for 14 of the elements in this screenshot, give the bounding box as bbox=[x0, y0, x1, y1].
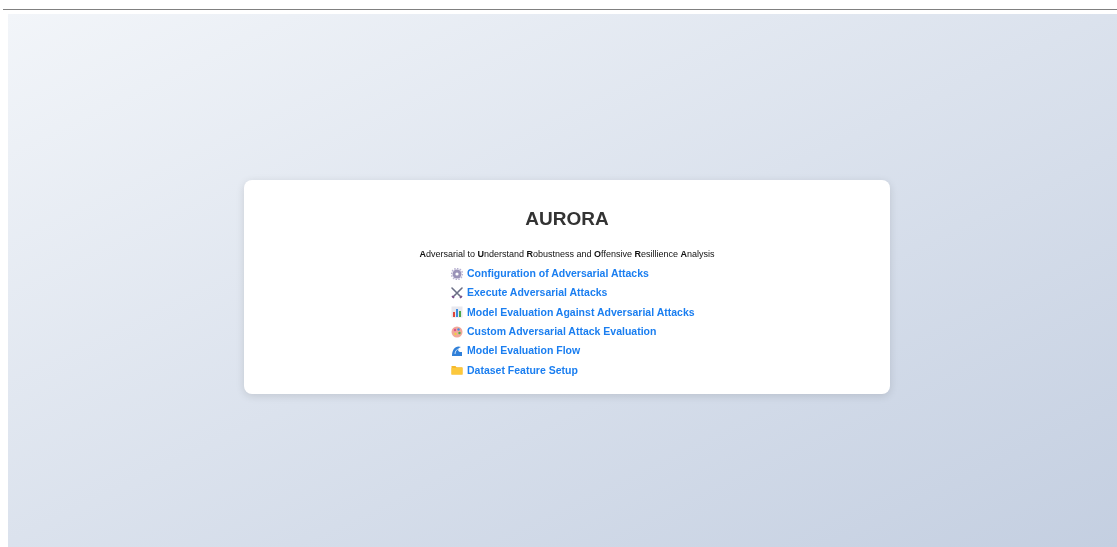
nav-link[interactable]: Model Evaluation Flow bbox=[467, 344, 581, 358]
nav-link[interactable]: Dataset Feature Setup bbox=[467, 363, 578, 377]
nav-link[interactable]: Model Evaluation Against Adversarial Attacks bbox=[467, 305, 695, 319]
nav-link[interactable]: Configuration of Adversarial Attacks bbox=[467, 267, 649, 281]
nav-link[interactable]: Execute Adversarial Attacks bbox=[467, 286, 608, 300]
palette-icon bbox=[451, 325, 463, 338]
folder-icon bbox=[451, 364, 463, 377]
wave-icon bbox=[451, 344, 463, 357]
nav-link[interactable]: Custom Adversarial Attack Evaluation bbox=[467, 325, 657, 339]
crossed-swords-icon bbox=[451, 286, 463, 299]
bar-chart-icon bbox=[451, 306, 463, 319]
subtitle: Adversarial to Understand Robustness and Offensive Resillience Analysis bbox=[419, 248, 715, 260]
app-title: AURORA bbox=[525, 207, 609, 231]
gear-icon bbox=[451, 267, 463, 280]
